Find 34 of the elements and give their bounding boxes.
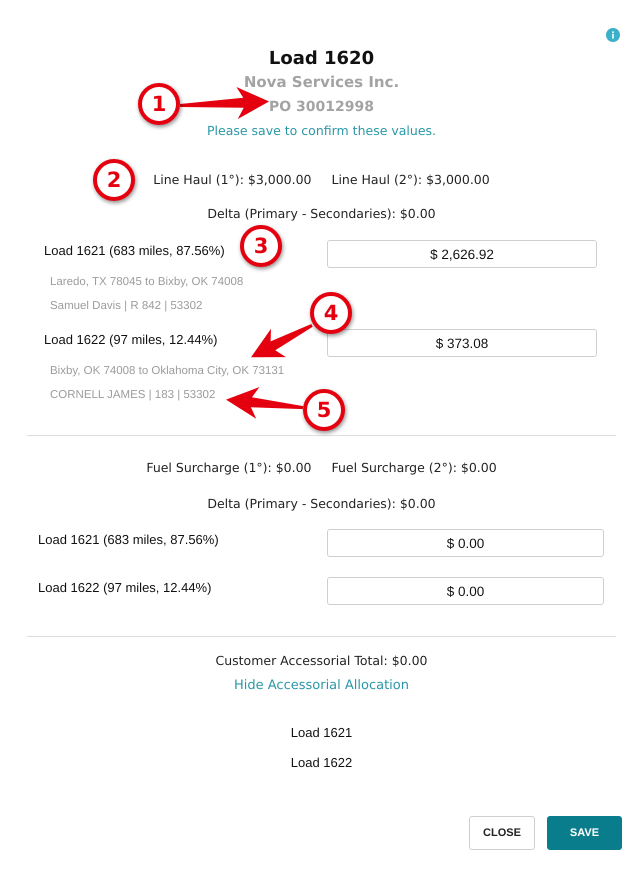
fuel-surcharge-total: Fuel Surcharge (2°): $0.00 — [332, 459, 497, 477]
driver-text: CORNELL JAMES | 183 | 53302 — [50, 388, 216, 403]
line-haul-total: Line Haul (2°): $3,000.00 — [332, 171, 490, 189]
route-text: Laredo, TX 78045 to Bixby, OK 74008 — [50, 275, 244, 290]
load-label: Load 1622 (97 miles, 12.44%) — [38, 579, 212, 597]
info-icon[interactable] — [606, 28, 620, 42]
load-label: Load 1621 (683 miles, 87.56%) — [44, 242, 225, 260]
load-label: Load 1621 (683 miles, 87.56%) — [38, 531, 219, 549]
callout-number: 4 — [310, 292, 352, 334]
delta-text: Delta (Primary - Secondaries): $0.00 — [207, 205, 436, 223]
amount-input[interactable]: $ 0.00 — [327, 529, 604, 557]
customer-name: Nova Services Inc. — [244, 72, 400, 93]
load-label: Load 1621 — [290, 724, 352, 742]
callout-arrow — [251, 324, 313, 357]
load-label: Load 1622 — [290, 754, 352, 772]
delta-text: Delta (Primary - Secondaries): $0.00 — [207, 495, 436, 513]
route-text: Bixby, OK 74008 to Oklahoma City, OK 73131 — [50, 364, 284, 379]
amount-input[interactable]: $ 2,626.92 — [327, 240, 597, 268]
amount-input[interactable]: $ 0.00 — [327, 577, 604, 605]
fuel-surcharge-total: Fuel Surcharge (1°): $0.00 — [146, 459, 312, 477]
po-number: PO 30012998 — [269, 98, 374, 117]
save-button[interactable]: SAVE — [547, 816, 622, 850]
line-haul-total: Line Haul (1°): $3,000.00 — [153, 171, 312, 189]
dialog-title: Load 1620 — [268, 47, 374, 71]
callout-number: 1 — [138, 83, 180, 125]
accessorial-total: Customer Accessorial Total: $0.00 — [215, 652, 428, 670]
callout-number: 3 — [240, 225, 282, 267]
callout-number: 5 — [303, 389, 345, 431]
load-label: Load 1622 (97 miles, 12.44%) — [44, 331, 218, 349]
driver-text: Samuel Davis | R 842 | 53302 — [50, 299, 202, 314]
save-notice: Please save to confirm these values. — [207, 122, 436, 140]
amount-input[interactable]: $ 373.08 — [327, 329, 597, 357]
close-button[interactable]: CLOSE — [469, 816, 535, 850]
callout-number: 2 — [93, 159, 135, 201]
